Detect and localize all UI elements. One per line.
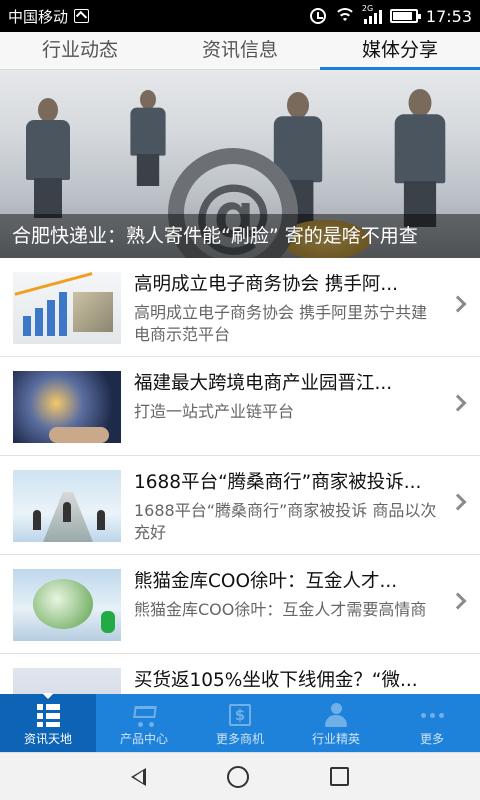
tab-information[interactable]: 资讯信息 (160, 32, 320, 69)
clock: 17:53 (425, 6, 472, 26)
network-type: 2G (361, 4, 374, 13)
nav-label: 更多 (419, 732, 444, 746)
list-item[interactable]: 熊猫金库COO徐叶：互金人才... 熊猫金库COO徐叶：互金人才需要高情商 (0, 555, 480, 654)
businessman-figure (126, 90, 171, 186)
tab-industry-news[interactable]: 行业动态 (0, 32, 160, 69)
signal-icon: 2G (362, 4, 382, 24)
nav-info-world[interactable]: 资讯天地 (0, 694, 96, 752)
banner-caption: 合肥快递业：熟人寄件能“刷脸” 寄的是啥不用查 (0, 214, 480, 258)
dollar-icon: $ (226, 702, 254, 728)
article-thumbnail (13, 272, 121, 344)
status-icons: 2G 17:53 (309, 4, 472, 26)
businessman-figure (388, 89, 452, 227)
recent-apps-icon[interactable] (330, 767, 350, 786)
grid-icon (34, 702, 62, 728)
back-icon[interactable] (130, 767, 146, 786)
nav-label: 行业精英 (311, 732, 360, 746)
article-title: 买货返105%坐收下线佣金？“微... (134, 670, 418, 691)
top-tabs: 行业动态 资讯信息 媒体分享 (0, 32, 480, 70)
list-item[interactable]: 高明成立电子商务协会 携手阿... 高明成立电子商务协会 携手阿里苏宁共建电商示… (0, 258, 480, 357)
article-thumbnail (13, 668, 121, 694)
carrier-group: 中国移动 (8, 6, 90, 27)
chevron-right-icon (449, 295, 467, 313)
article-summary: 1688平台“腾桑商行”商家被投诉 商品以次充好 (134, 501, 437, 542)
battery-icon (389, 9, 421, 23)
article-thumbnail (13, 470, 121, 542)
article-title: 1688平台“腾桑商行”商家被投诉... (134, 472, 422, 493)
cart-icon (130, 702, 158, 728)
article-summary: 打造一站式产业链平台 (134, 402, 295, 421)
home-icon[interactable] (226, 765, 249, 788)
chevron-right-icon (449, 493, 467, 511)
article-title: 熊猫金库COO徐叶：互金人才... (134, 571, 398, 592)
nav-industry-elite[interactable]: 行业精英 (288, 694, 384, 752)
nav-label: 更多商机 (215, 732, 264, 746)
list-item[interactable]: 福建最大跨境电商产业园晋江... 打造一站式产业链平台 (0, 357, 480, 456)
article-summary: 高明成立电子商务协会 携手阿里苏宁共建电商示范平台 (134, 303, 428, 344)
businessman-figure (20, 98, 76, 218)
article-thumbnail (13, 569, 121, 641)
status-bar: 中国移动 2G 17:53 (0, 0, 480, 32)
nav-more-opportunities[interactable]: $ 更多商机 (192, 694, 288, 752)
featured-banner[interactable]: @ 合肥快递业：熟人寄件能“刷脸” 寄的是啥不用查 (0, 70, 480, 258)
nav-label: 资讯天地 (23, 732, 72, 746)
chevron-right-icon (449, 592, 467, 610)
nav-more[interactable]: 更多 (384, 694, 480, 752)
dots-icon (418, 702, 446, 728)
chevron-right-icon (449, 394, 467, 412)
sim-icon (74, 9, 90, 23)
article-title: 福建最大跨境电商产业园晋江... (134, 373, 393, 394)
nav-label: 产品中心 (119, 732, 168, 746)
list-item[interactable]: 1688平台“腾桑商行”商家被投诉... 1688平台“腾桑商行”商家被投诉 商… (0, 456, 480, 555)
wifi-icon (333, 8, 356, 24)
alarm-icon (309, 8, 326, 24)
list-item[interactable]: 买货返105%坐收下线佣金？“微... (0, 654, 480, 694)
system-nav-bar (0, 752, 480, 800)
article-summary: 熊猫金库COO徐叶：互金人才需要高情商 (134, 600, 427, 619)
carrier-name: 中国移动 (8, 7, 69, 26)
article-list: 高明成立电子商务协会 携手阿... 高明成立电子商务协会 携手阿里苏宁共建电商示… (0, 258, 480, 694)
tab-media-share[interactable]: 媒体分享 (320, 32, 480, 70)
article-title: 高明成立电子商务协会 携手阿... (134, 274, 399, 295)
bottom-nav: 资讯天地 产品中心 $ 更多商机 行业精英 更多 (0, 694, 480, 752)
nav-product-center[interactable]: 产品中心 (96, 694, 192, 752)
article-thumbnail (13, 371, 121, 443)
person-icon (322, 702, 350, 728)
